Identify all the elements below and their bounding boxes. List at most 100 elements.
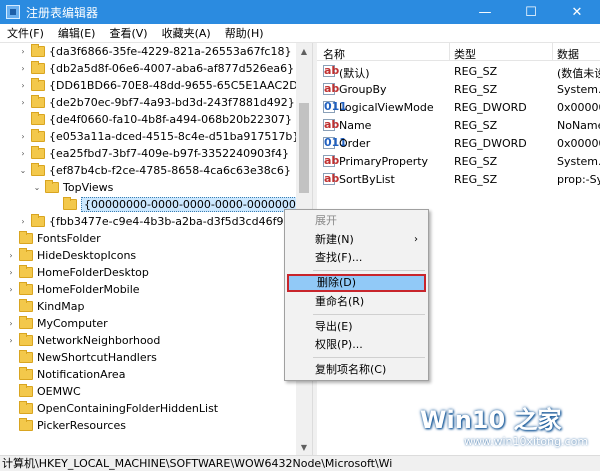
tree-item-label[interactable]: OpenContainingFolderHiddenList bbox=[37, 402, 218, 415]
tree-item[interactable]: ⌄ TopViews bbox=[32, 179, 113, 196]
list-row[interactable]: 011 LogicalViewMode REG_DWORD 0x000000 bbox=[317, 99, 600, 117]
expand-arrow-icon[interactable]: › bbox=[18, 149, 28, 158]
value-data: (数值未设 bbox=[557, 67, 600, 80]
column-divider[interactable] bbox=[552, 43, 553, 61]
collapse-arrow-icon[interactable]: ⌄ bbox=[32, 183, 42, 192]
tree-item[interactable]: › HomeFolderDesktop bbox=[6, 264, 149, 281]
tree-item[interactable]: › {DD61BD66-70E8-48dd-9655-65C5E1AAC2D1} bbox=[18, 77, 312, 94]
tree-item-label[interactable]: HideDesktopIcons bbox=[37, 249, 136, 262]
menu-edit[interactable]: 编辑(E) bbox=[51, 25, 103, 41]
menu-item-find[interactable]: 查找(F)... bbox=[287, 249, 426, 267]
list-row[interactable]: ab PrimaryProperty REG_SZ System.S bbox=[317, 153, 600, 171]
tree-item[interactable]: › HomeFolderMobile bbox=[6, 281, 140, 298]
column-header-data[interactable]: 数据 bbox=[557, 46, 579, 62]
menu-item-permissions[interactable]: 权限(P)... bbox=[287, 336, 426, 354]
tree-item-label[interactable]: {e053a11a-dced-4515-8c4e-d51ba917517b} bbox=[49, 130, 299, 143]
tree-item[interactable]: NotificationArea bbox=[6, 366, 125, 383]
tree-item-label[interactable]: {de2b70ec-9bf7-4a93-bd3d-243f7881d492} bbox=[49, 96, 295, 109]
registry-key-tree[interactable]: › {da3f6866-35fe-4229-821a-26553a67fc18} … bbox=[0, 43, 312, 455]
tree-item-label[interactable]: {da3f6866-35fe-4229-821a-26553a67fc18} bbox=[49, 45, 291, 58]
scroll-up-arrow-icon[interactable]: ▲ bbox=[296, 43, 312, 59]
expand-arrow-icon[interactable]: › bbox=[6, 336, 16, 345]
tree-item-label[interactable]: NewShortcutHandlers bbox=[37, 351, 157, 364]
tree-item-label[interactable]: {DD61BD66-70E8-48dd-9655-65C5E1AAC2D1} bbox=[49, 79, 312, 92]
expand-arrow-icon[interactable]: › bbox=[6, 319, 16, 328]
list-row[interactable]: ab Name REG_SZ NoName bbox=[317, 117, 600, 135]
status-bar-path: 计算机\HKEY_LOCAL_MACHINE\SOFTWARE\WOW6432N… bbox=[0, 455, 600, 471]
tree-item-label[interactable]: {fbb3477e-c9e4-4b3b-a2ba-d3f5d3cd46f9} bbox=[49, 215, 290, 228]
tree-item-label[interactable]: FontsFolder bbox=[37, 232, 101, 245]
menu-item-copy-key-name[interactable]: 复制项名称(C) bbox=[287, 361, 426, 379]
tree-item-label[interactable]: {de4f0660-fa10-4b8f-a494-068b20b22307} bbox=[49, 113, 292, 126]
tree-item[interactable]: › {db2a5d8f-06e6-4007-aba6-af877d526ea6} bbox=[18, 60, 294, 77]
tree-item-label[interactable]: KindMap bbox=[37, 300, 84, 313]
tree-item[interactable]: ⌄ {ef87b4cb-f2ce-4785-8658-4ca6c63e38c6} bbox=[18, 162, 291, 179]
expand-arrow-icon[interactable]: › bbox=[6, 285, 16, 294]
tree-item[interactable]: › {da3f6866-35fe-4229-821a-26553a67fc18} bbox=[18, 43, 291, 60]
tree-item[interactable]: NewShortcutHandlers bbox=[6, 349, 157, 366]
tree-item-label[interactable]: {ea25fbd7-3bf7-409e-b97f-3352240903f4} bbox=[49, 147, 289, 160]
menu-item-rename[interactable]: 重命名(R) bbox=[287, 293, 426, 311]
tree-item[interactable]: OEMWC bbox=[6, 383, 81, 400]
menu-favorites[interactable]: 收藏夹(A) bbox=[155, 25, 218, 41]
value-name: LogicalViewMode bbox=[339, 101, 434, 114]
tree-item-label[interactable]: TopViews bbox=[63, 181, 113, 194]
menu-item-delete[interactable]: 删除(D) bbox=[287, 274, 426, 292]
tree-item-label[interactable]: {db2a5d8f-06e6-4007-aba6-af877d526ea6} bbox=[49, 62, 294, 75]
close-button[interactable]: ✕ bbox=[554, 0, 600, 24]
list-row[interactable]: ab (默认) REG_SZ (数值未设 bbox=[317, 63, 600, 81]
tree-item-label[interactable]: {ef87b4cb-f2ce-4785-8658-4ca6c63e38c6} bbox=[49, 164, 291, 177]
scrollbar-thumb[interactable] bbox=[299, 103, 309, 193]
tree-item[interactable]: KindMap bbox=[6, 298, 84, 315]
expand-arrow-icon[interactable]: › bbox=[18, 98, 28, 107]
tree-item-label[interactable]: HomeFolderDesktop bbox=[37, 266, 149, 279]
folder-icon bbox=[19, 350, 33, 363]
tree-item[interactable]: OpenContainingFolderHiddenList bbox=[6, 400, 218, 417]
tree-item[interactable]: PickerResources bbox=[6, 417, 126, 434]
menu-view[interactable]: 查看(V) bbox=[102, 25, 154, 41]
column-divider[interactable] bbox=[449, 43, 450, 61]
tree-item[interactable]: › {de2b70ec-9bf7-4a93-bd3d-243f7881d492} bbox=[18, 94, 295, 111]
scroll-down-arrow-icon[interactable]: ▼ bbox=[296, 439, 312, 455]
expand-arrow-icon[interactable]: › bbox=[6, 268, 16, 277]
tree-item-label[interactable]: NotificationArea bbox=[37, 368, 125, 381]
tree-item-label[interactable]: OEMWC bbox=[37, 385, 81, 398]
tree-item[interactable]: › NetworkNeighborhood bbox=[6, 332, 160, 349]
tree-item[interactable]: › {ea25fbd7-3bf7-409e-b97f-3352240903f4} bbox=[18, 145, 289, 162]
list-row[interactable]: ab GroupBy REG_SZ System.S bbox=[317, 81, 600, 99]
minimize-button[interactable]: — bbox=[462, 0, 508, 24]
expand-arrow-icon[interactable]: › bbox=[18, 81, 28, 90]
tree-item-label[interactable]: PickerResources bbox=[37, 419, 126, 432]
tree-item-label[interactable]: HomeFolderMobile bbox=[37, 283, 140, 296]
tree-item[interactable]: › {e053a11a-dced-4515-8c4e-d51ba917517b} bbox=[18, 128, 299, 145]
column-header-type[interactable]: 类型 bbox=[454, 46, 476, 62]
tree-item-label[interactable]: {00000000-0000-0000-0000-000000000000} bbox=[81, 197, 312, 212]
list-row[interactable]: 011 Order REG_DWORD 0x000000 bbox=[317, 135, 600, 153]
list-row[interactable]: ab SortByList REG_SZ prop:-Sy bbox=[317, 171, 600, 189]
value-type: REG_SZ bbox=[454, 119, 498, 132]
collapse-arrow-icon[interactable]: ⌄ bbox=[18, 166, 28, 175]
menu-item-new[interactable]: 新建(N) › bbox=[287, 231, 426, 249]
tree-item-selected[interactable]: {00000000-0000-0000-0000-000000000000} bbox=[50, 196, 312, 213]
tree-item[interactable]: › {fbb3477e-c9e4-4b3b-a2ba-d3f5d3cd46f9} bbox=[18, 213, 290, 230]
menu-help[interactable]: 帮助(H) bbox=[218, 25, 271, 41]
expand-arrow-icon[interactable]: › bbox=[18, 47, 28, 56]
menu-item-export[interactable]: 导出(E) bbox=[287, 318, 426, 336]
tree-item[interactable]: FontsFolder bbox=[6, 230, 101, 247]
folder-icon bbox=[31, 61, 45, 74]
maximize-button[interactable]: ☐ bbox=[508, 0, 554, 24]
folder-icon bbox=[19, 299, 33, 312]
tree-item-label[interactable]: NetworkNeighborhood bbox=[37, 334, 160, 347]
value-name: PrimaryProperty bbox=[339, 155, 429, 168]
column-header-name[interactable]: 名称 bbox=[323, 46, 345, 62]
tree-item[interactable]: › MyComputer bbox=[6, 315, 108, 332]
menu-item-new-label: 新建(N) bbox=[315, 233, 354, 246]
tree-item[interactable]: › HideDesktopIcons bbox=[6, 247, 136, 264]
expand-arrow-icon[interactable]: › bbox=[18, 217, 28, 226]
expand-arrow-icon[interactable]: › bbox=[18, 64, 28, 73]
tree-item[interactable]: {de4f0660-fa10-4b8f-a494-068b20b22307} bbox=[18, 111, 292, 128]
tree-item-label[interactable]: MyComputer bbox=[37, 317, 108, 330]
menu-file[interactable]: 文件(F) bbox=[0, 25, 51, 41]
expand-arrow-icon[interactable]: › bbox=[18, 132, 28, 141]
expand-arrow-icon[interactable]: › bbox=[6, 251, 16, 260]
